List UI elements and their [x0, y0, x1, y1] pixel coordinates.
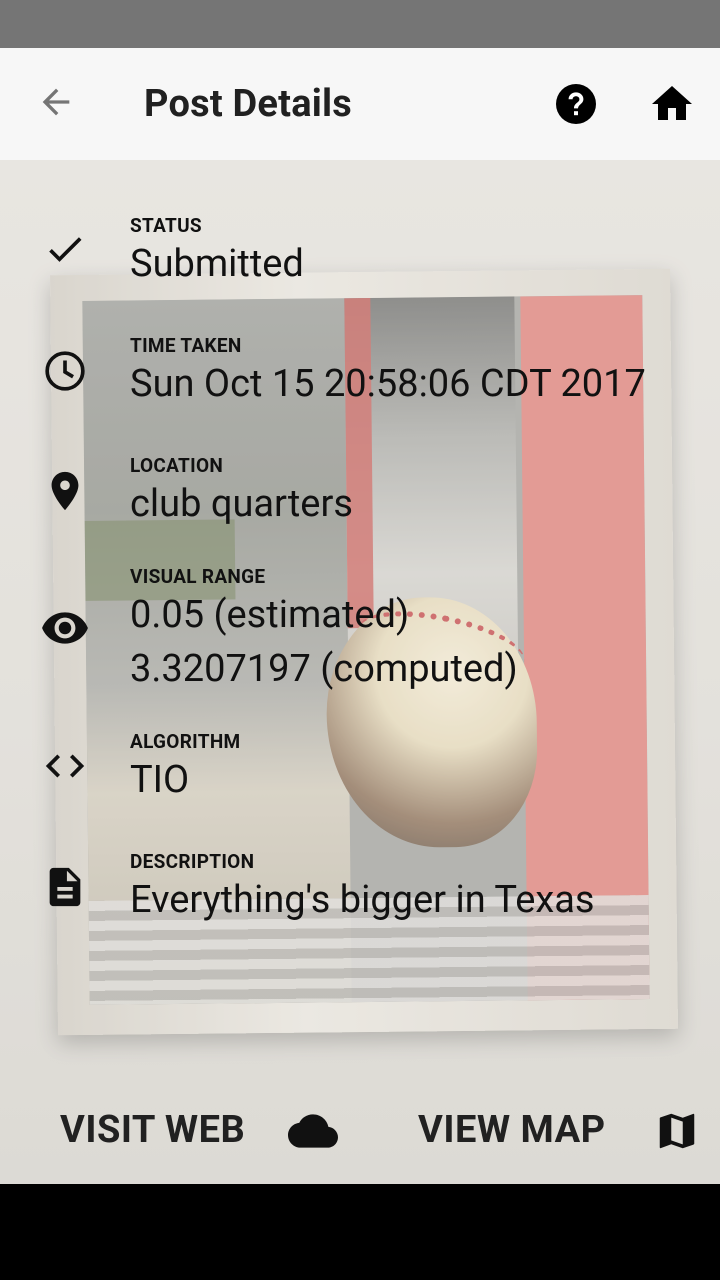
status-value: Submitted — [130, 242, 304, 286]
home-icon — [648, 86, 696, 132]
app-bar: Post Details — [0, 48, 720, 160]
map-icon[interactable] — [652, 1106, 702, 1156]
description-value: Everything's bigger in Texas — [130, 878, 595, 922]
help-icon — [552, 84, 600, 132]
location-label: LOCATION — [130, 454, 224, 477]
visual-range-label: VISUAL RANGE — [130, 565, 266, 588]
page-title: Post Details — [144, 82, 352, 126]
cloud-icon[interactable] — [288, 1106, 338, 1156]
status-bar — [0, 0, 720, 48]
post-details-content: STATUS Submitted TIME TAKEN Sun Oct 15 2… — [0, 160, 720, 1184]
home-button[interactable] — [648, 80, 696, 128]
location-pin-icon — [40, 466, 90, 516]
eye-icon — [40, 603, 90, 653]
check-icon — [40, 224, 90, 274]
code-icon — [40, 741, 90, 791]
visual-range-computed: 3.3207197 (computed) — [130, 647, 518, 691]
time-taken-label: TIME TAKEN — [130, 334, 242, 357]
algorithm-value: TIO — [130, 758, 190, 802]
back-button[interactable] — [30, 78, 82, 130]
status-label: STATUS — [130, 214, 202, 237]
arrow-back-icon — [36, 82, 76, 126]
location-value: club quarters — [130, 482, 353, 526]
visit-web-button[interactable]: VISIT WEB — [60, 1076, 245, 1184]
help-button[interactable] — [552, 80, 600, 128]
view-map-button[interactable]: VIEW MAP — [418, 1076, 606, 1184]
description-label: DESCRIPTION — [130, 850, 255, 873]
algorithm-label: ALGORITHM — [130, 730, 241, 753]
system-navigation-bar — [0, 1184, 720, 1280]
time-taken-value: Sun Oct 15 20:58:06 CDT 2017 — [130, 362, 646, 406]
action-bar: VISIT WEB VIEW MAP — [0, 1076, 720, 1184]
visual-range-estimated: 0.05 (estimated) — [130, 593, 410, 637]
document-icon — [40, 862, 90, 912]
clock-icon — [40, 346, 90, 396]
